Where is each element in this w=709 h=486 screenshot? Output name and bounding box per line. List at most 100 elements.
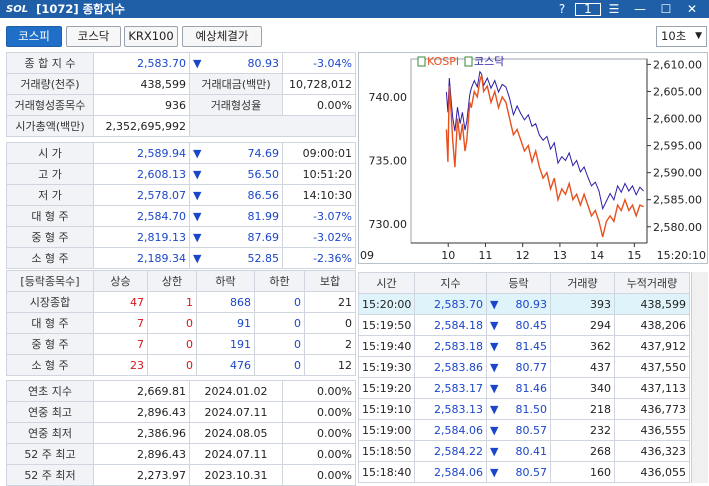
down-arrow-icon: ▼: [490, 402, 499, 416]
volume-value: 438,599: [93, 73, 190, 95]
table-row[interactable]: 15:19:40 2,583.18 ▼ 81.45 362 437,912: [358, 335, 690, 357]
tick-change-value: 80.57: [515, 465, 548, 479]
tick-time: 15:20:00: [358, 293, 415, 315]
interval-select[interactable]: 10초 ▼: [656, 26, 707, 47]
close-icon[interactable]: ✕: [679, 2, 705, 16]
tick-time: 15:18:40: [358, 461, 415, 483]
market-cap-value: 2,352,695,992: [93, 115, 190, 137]
right-tick-label: 2,600.00: [653, 113, 702, 126]
table-row: 거래형성종목수 936 거래형성율 0.00%: [6, 94, 356, 116]
column-header: 지수: [414, 272, 487, 294]
table-row: 시 가 2,589.94 ▼ 74.69 09:00:01: [6, 142, 356, 164]
breadth-cell: 7: [93, 333, 148, 355]
ohlc-diff: ▼ 86.56: [189, 184, 283, 206]
ohlc-diff-value: 81.99: [247, 209, 280, 223]
tick-change: ▼ 80.93: [486, 293, 551, 315]
table-row[interactable]: 15:18:50 2,584.22 ▼ 80.41 268 436,323: [358, 440, 690, 462]
yearly-cell: 2,896.43: [93, 401, 190, 423]
breadth-cell: 21: [304, 291, 356, 313]
tick-volume: 294: [550, 314, 615, 336]
tick-volume: 362: [550, 335, 615, 357]
traded-rate-value: 0.00%: [282, 94, 356, 116]
tick-change-value: 80.41: [515, 444, 548, 458]
column-header: 시간: [358, 272, 415, 294]
table-row[interactable]: 15:19:20 2,583.17 ▼ 81.46 340 437,113: [358, 377, 690, 399]
menu-icon[interactable]: ☰: [601, 2, 627, 16]
x-tick-label: 12: [516, 249, 530, 262]
tick-cum-volume: 437,550: [614, 356, 690, 378]
tab-kosdaq[interactable]: 코스닥: [66, 26, 121, 47]
column-header: 하한: [254, 270, 305, 292]
tick-time: 15:19:50: [358, 314, 415, 336]
yearly-cell: 연초 지수: [6, 380, 94, 402]
table-row[interactable]: 15:18:40 2,584.06 ▼ 80.57 160 436,055: [358, 461, 690, 483]
tick-change: ▼ 80.41: [486, 440, 551, 462]
tick-change: ▼ 81.45: [486, 335, 551, 357]
tick-index: 2,584.18: [414, 314, 487, 336]
right-tick-label: 2,595.00: [653, 140, 702, 153]
right-tick-label: 2,585.00: [653, 194, 702, 207]
tab-expected-price[interactable]: 예상체결가: [182, 26, 262, 47]
x-tick-label: 14: [590, 249, 604, 262]
x-tick-label: 15:20:10: [657, 249, 706, 262]
tick-cum-volume: 437,113: [614, 377, 690, 399]
tick-index: 2,583.86: [414, 356, 487, 378]
breadth-cell: 12: [304, 354, 356, 376]
tick-time: 15:19:20: [358, 377, 415, 399]
tick-cum-volume: 436,055: [614, 461, 690, 483]
table-row: 시장종합 47 1 868 0 21: [6, 291, 356, 313]
column-header: 등락: [486, 272, 551, 294]
x-tick-label: 15: [627, 249, 641, 262]
table-header-row: 시간 지수 등락 거래량 누적거래량: [358, 272, 690, 294]
table-row[interactable]: 15:19:10 2,583.13 ▼ 81.50 218 436,773: [358, 398, 690, 420]
tab-kospi[interactable]: 코스피: [6, 26, 62, 47]
legend-kospi: KOSPI: [427, 55, 459, 68]
window-number-icon[interactable]: 1: [575, 2, 601, 16]
interval-value: 10초: [661, 29, 687, 43]
ohlc-value: 2,608.13: [93, 163, 190, 185]
legend-kospi-swatch: [417, 56, 426, 67]
down-arrow-icon: ▼: [490, 297, 499, 311]
table-row[interactable]: 15:20:00 2,583.70 ▼ 80.93 393 438,599: [358, 293, 690, 315]
ohlc-table: 시 가 2,589.94 ▼ 74.69 09:00:01 고 가 2,608.13 ▼ 56.…: [6, 142, 356, 269]
down-arrow-icon: ▼: [490, 423, 499, 437]
help-icon[interactable]: ?: [549, 2, 575, 16]
tab-krx100[interactable]: KRX100: [124, 26, 178, 47]
breadth-cell: 476: [196, 354, 255, 376]
tick-time: 15:19:30: [358, 356, 415, 378]
x-tick-label: 10: [441, 249, 455, 262]
maximize-icon[interactable]: ☐: [653, 2, 679, 16]
intraday-chart[interactable]: 740.00 735.00 730.00 2,610.00 2,605.00 2,600.…: [358, 52, 708, 264]
ohlc-value: 2,589.94: [93, 142, 190, 164]
table-row: 대 형 주 2,584.70 ▼ 81.99 -3.07%: [6, 205, 356, 227]
yearly-cell: 2,896.43: [93, 443, 190, 465]
minimize-icon[interactable]: —: [627, 2, 653, 16]
breadth-cell: 91: [196, 312, 255, 334]
table-row[interactable]: 15:19:50 2,584.18 ▼ 80.45 294 438,206: [358, 314, 690, 336]
tick-time: 15:19:40: [358, 335, 415, 357]
table-row: 소 형 주 2,189.34 ▼ 52.85 -2.36%: [6, 247, 356, 269]
breadth-cell: 191: [196, 333, 255, 355]
ohlc-extra: -2.36%: [282, 247, 356, 269]
yearly-cell: 2,386.96: [93, 422, 190, 444]
breadth-cell: 0: [254, 354, 305, 376]
ohlc-diff-value: 74.69: [247, 146, 280, 160]
yearly-cell: 0.00%: [282, 464, 356, 486]
table-row[interactable]: 15:19:00 2,584.06 ▼ 80.57 232 436,555: [358, 419, 690, 441]
tick-cum-volume: 438,206: [614, 314, 690, 336]
table-row: 소 형 주 23 0 476 0 12: [6, 354, 356, 376]
yearly-cell: 0.00%: [282, 422, 356, 444]
yearly-cell: 2023.10.31: [189, 464, 283, 486]
scrollbar[interactable]: [691, 272, 708, 483]
down-arrow-icon: ▼: [490, 339, 499, 353]
table-row[interactable]: 15:19:30 2,583.86 ▼ 80.77 437 437,550: [358, 356, 690, 378]
column-header: [등락종목수]: [6, 270, 94, 292]
tick-change-value: 80.45: [515, 318, 548, 332]
down-arrow-icon: ▼: [490, 360, 499, 374]
tick-change-value: 80.57: [515, 423, 548, 437]
ohlc-diff: ▼ 87.69: [189, 226, 283, 248]
window-controls: ? 1 ☰ — ☐ ✕: [549, 0, 705, 18]
breadth-cell: 47: [93, 291, 148, 313]
down-arrow-icon: ▼: [193, 188, 202, 202]
yearly-cell: 52 주 최고: [6, 443, 94, 465]
